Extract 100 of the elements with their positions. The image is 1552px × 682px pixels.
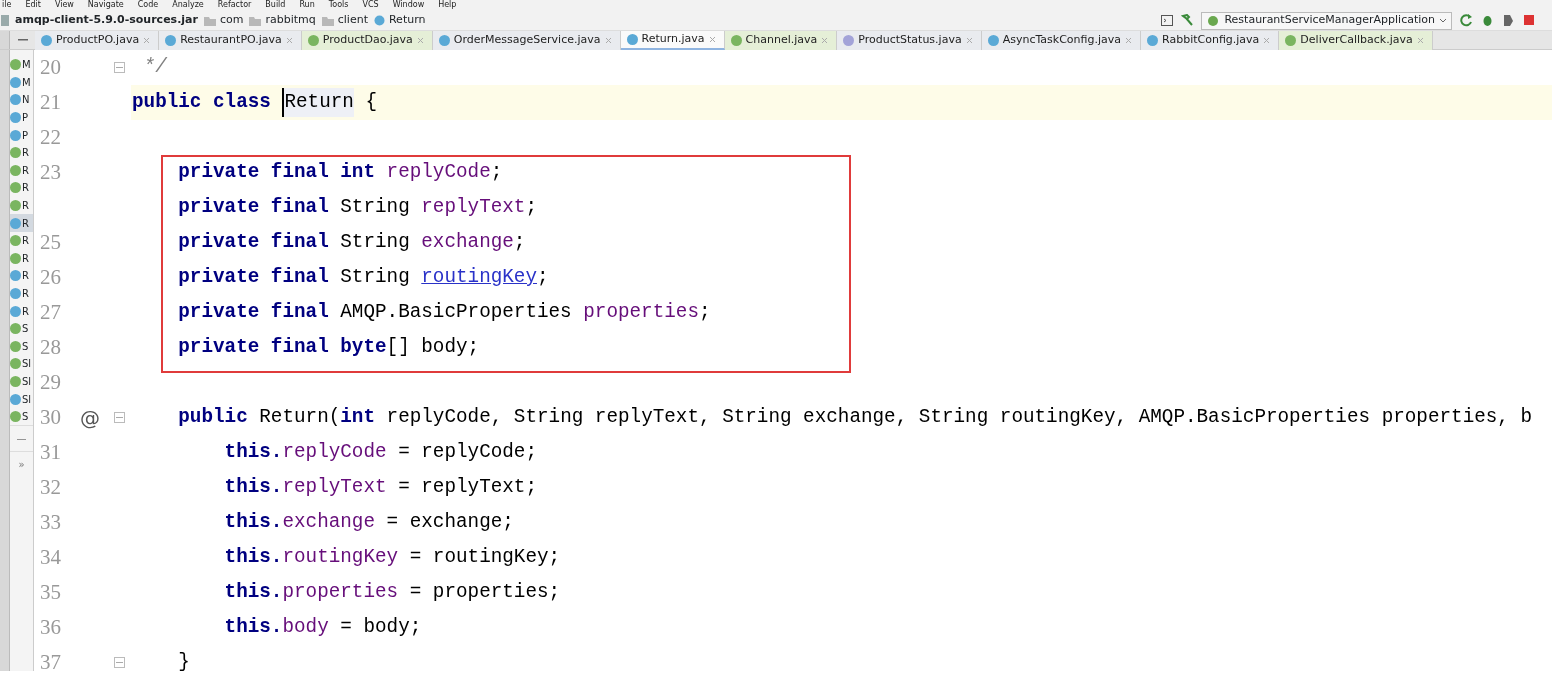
- menu-item[interactable]: View: [54, 0, 74, 11]
- fold-icon[interactable]: [114, 657, 125, 668]
- editor-tab[interactable]: ProductPO.java: [35, 31, 160, 50]
- tab-label: AsyncTaskConfig.java: [1002, 32, 1122, 49]
- code-text: = body;: [339, 615, 422, 641]
- line-number: 30: [40, 403, 61, 431]
- breadcrumb-item[interactable]: client: [321, 12, 374, 29]
- code-text: private final: [177, 265, 330, 291]
- code-text: = replyText;: [397, 475, 537, 501]
- tab-label: Channel.java: [745, 32, 818, 49]
- code-text: this.: [223, 545, 283, 571]
- file-type-icon: [1285, 35, 1297, 46]
- line-number: 36: [40, 613, 61, 641]
- code-text: properties: [282, 580, 399, 606]
- editor-tab[interactable]: OrderMessageService.java: [432, 31, 621, 50]
- tab-label: RabbitConfig.java: [1162, 32, 1260, 49]
- panel-control[interactable]: —: [10, 425, 33, 452]
- code-text: */: [142, 55, 167, 81]
- line-number: 32: [40, 473, 61, 501]
- tree-item[interactable]: P: [10, 126, 33, 144]
- code-text: private final: [177, 195, 330, 221]
- editor-tab[interactable]: DeliverCallback.java: [1279, 31, 1433, 50]
- tree-item-label: Sl: [22, 357, 32, 372]
- tree-item[interactable]: R: [10, 249, 33, 268]
- caret-icon: [1439, 17, 1447, 24]
- tree-item[interactable]: Sl: [10, 372, 33, 391]
- gutter-marker: @: [79, 404, 101, 432]
- editor-tab[interactable]: RestaurantPO.java: [159, 31, 302, 50]
- editor-tab[interactable]: ProductStatus.java: [837, 31, 982, 50]
- editor-tab[interactable]: AsyncTaskConfig.java: [981, 31, 1142, 50]
- file-type-icon: [843, 35, 855, 46]
- tree-item[interactable]: R: [10, 284, 33, 303]
- line-number: 34: [40, 543, 61, 571]
- panel-control[interactable]: »: [10, 451, 33, 478]
- menu-item[interactable]: Help: [438, 0, 457, 11]
- tab-label: ProductStatus.java: [858, 32, 962, 49]
- tree-item[interactable]: R: [10, 267, 33, 285]
- code-link[interactable]: routingKey: [421, 263, 537, 292]
- menu-item[interactable]: VCS: [362, 0, 379, 11]
- tree-item-label: N: [22, 93, 30, 108]
- tree-item[interactable]: Sl: [10, 390, 33, 408]
- jar-icon: [0, 15, 11, 26]
- file-type-icon: [10, 411, 21, 423]
- code-text: ;: [537, 265, 549, 291]
- code-text: ;: [525, 195, 537, 221]
- menu-item[interactable]: Edit: [25, 0, 41, 11]
- breadcrumb-item[interactable]: amqp-client-5.9.0-sources.jar: [0, 12, 204, 29]
- tree-item[interactable]: N: [10, 91, 33, 109]
- tree-item[interactable]: S: [10, 319, 33, 338]
- breadcrumb-item[interactable]: rabbitmq: [249, 12, 322, 29]
- rerun-icon[interactable]: [1460, 12, 1473, 29]
- menu-item[interactable]: Analyze: [172, 0, 204, 11]
- menu-item[interactable]: Tools: [328, 0, 349, 11]
- fold-icon[interactable]: [114, 62, 125, 73]
- fold-icon[interactable]: [114, 412, 125, 423]
- tree-item[interactable]: R: [10, 143, 33, 162]
- app-icon: [1206, 14, 1221, 27]
- tree-item[interactable]: S: [10, 337, 33, 356]
- line-number: 21: [40, 88, 61, 116]
- code-text: this.: [223, 615, 283, 641]
- tree-item[interactable]: M: [10, 56, 33, 74]
- line-number: 27: [40, 298, 61, 326]
- file-type-icon: [165, 35, 177, 46]
- breadcrumb-item[interactable]: Return: [373, 12, 432, 29]
- tree-item[interactable]: M: [10, 73, 33, 92]
- tree-item[interactable]: R: [10, 302, 33, 320]
- coverage-icon[interactable]: [1502, 12, 1515, 29]
- menu-item[interactable]: ile: [2, 0, 12, 11]
- file-type-icon: [987, 35, 999, 46]
- tree-item[interactable]: Sl: [10, 355, 33, 373]
- file-type-icon: [10, 182, 21, 194]
- code-text: String: [340, 230, 411, 256]
- tree-item[interactable]: R: [10, 161, 33, 180]
- editor-tab[interactable]: Channel.java: [724, 31, 838, 50]
- run-configuration-dropdown[interactable]: RestaurantServiceManagerApplication: [1201, 11, 1452, 30]
- tree-item[interactable]: R: [10, 196, 33, 215]
- tree-item[interactable]: R: [10, 231, 33, 250]
- editor-tab[interactable]: RabbitConfig.java: [1141, 31, 1280, 50]
- menu-item[interactable]: Window: [392, 0, 425, 11]
- menu-item[interactable]: Run: [299, 0, 315, 11]
- file-type-icon: [10, 288, 21, 299]
- menu-item[interactable]: Code: [137, 0, 159, 11]
- menu-item[interactable]: Navigate: [87, 0, 124, 11]
- line-number: 31: [40, 438, 61, 466]
- tree-item[interactable]: R: [10, 179, 33, 197]
- menu-item[interactable]: Build: [265, 0, 286, 11]
- editor-tab[interactable]: Return.java: [620, 31, 725, 50]
- file-type-icon: [10, 94, 21, 106]
- code-text: this.: [223, 440, 283, 466]
- tree-item[interactable]: S: [10, 407, 33, 426]
- tree-item-label: P: [22, 128, 29, 143]
- menu-item[interactable]: Refactor: [217, 0, 252, 11]
- terminal-icon[interactable]: [1161, 12, 1174, 29]
- tree-item[interactable]: R: [10, 214, 33, 232]
- line-number: 22: [40, 123, 61, 151]
- folder-icon: [321, 15, 334, 26]
- code-text: body: [282, 615, 329, 641]
- breadcrumb-item[interactable]: com: [203, 12, 250, 29]
- tree-item[interactable]: P: [10, 108, 33, 127]
- editor-tab[interactable]: ProductDao.java: [301, 31, 433, 50]
